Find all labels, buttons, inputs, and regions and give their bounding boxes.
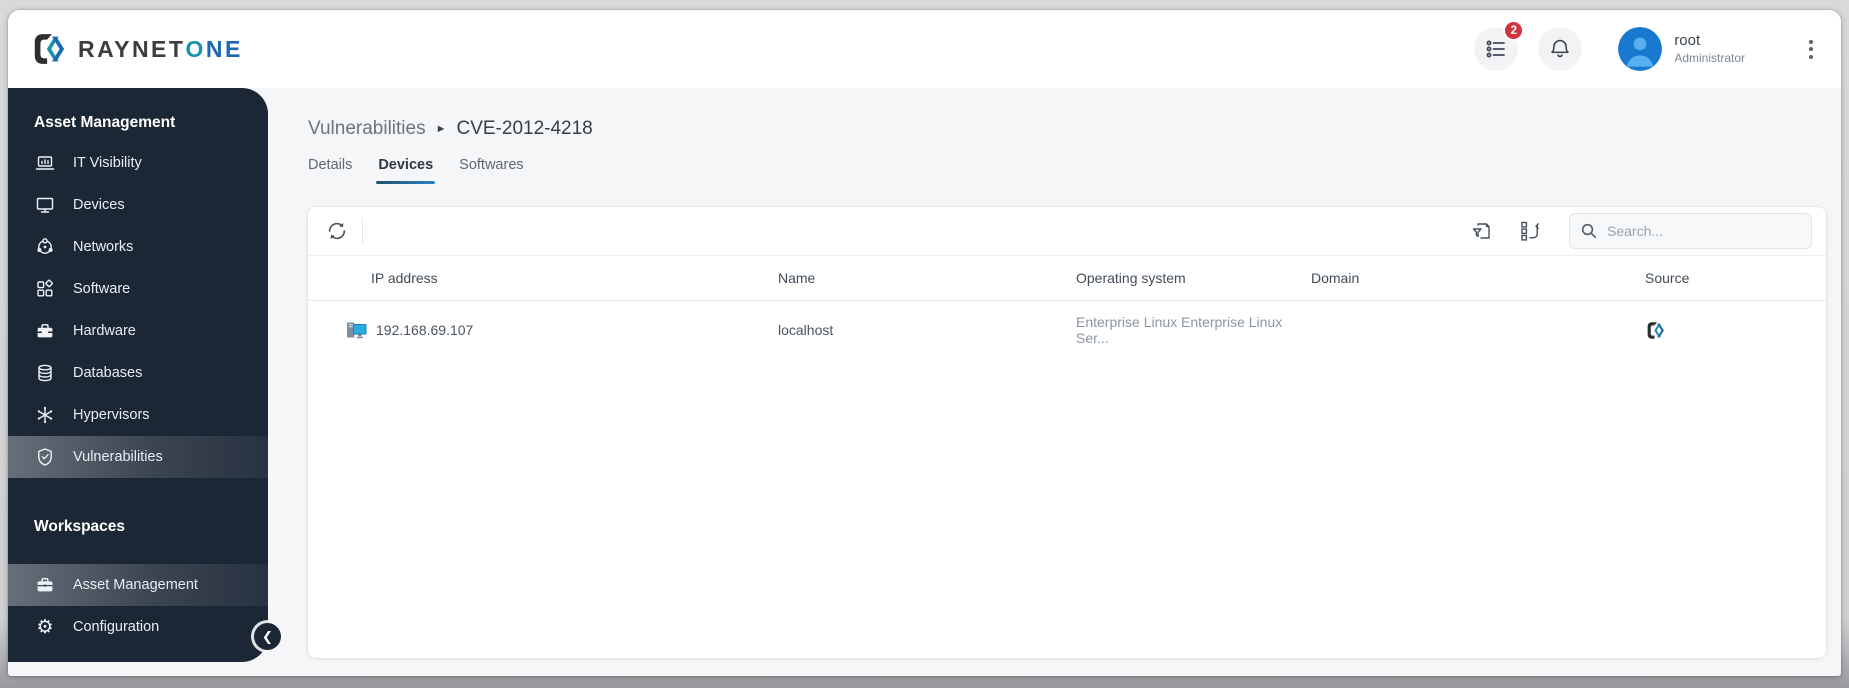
- workspace-item-configuration[interactable]: ⚙ Configuration: [8, 606, 268, 648]
- top-bar: RAYNET O NE 2 root Administrator: [8, 10, 1841, 88]
- briefcase-icon: [34, 574, 56, 596]
- sidebar-item-devices[interactable]: Devices: [8, 184, 268, 226]
- sidebar-item-label: Vulnerabilities: [73, 449, 163, 465]
- tab-devices[interactable]: Devices: [376, 157, 435, 184]
- main-content: Vulnerabilities ► CVE-2012-4218 Details …: [268, 88, 1841, 676]
- workstation-icon: [346, 321, 367, 340]
- device-ip: 192.168.69.107: [376, 322, 474, 338]
- search-icon: [1580, 222, 1598, 240]
- sidebar-item-label: Networks: [73, 239, 134, 255]
- gear-icon: ⚙: [36, 616, 54, 638]
- column-chooser-icon: [1518, 219, 1542, 243]
- column-header-domain[interactable]: Domain: [1311, 270, 1583, 286]
- tab-bar: Details Devices Softwares: [308, 157, 1841, 184]
- breadcrumb-arrow-icon: ►: [435, 123, 447, 135]
- user-info[interactable]: root Administrator: [1674, 32, 1745, 66]
- raynet-logo-icon: [30, 30, 68, 68]
- breadcrumb: Vulnerabilities ► CVE-2012-4218: [308, 118, 1841, 140]
- sidebar-collapse-button[interactable]: ❮: [254, 623, 281, 650]
- app-logo[interactable]: RAYNET O NE: [30, 30, 243, 68]
- column-header-name[interactable]: Name: [778, 270, 1076, 286]
- sidebar-item-it-visibility[interactable]: IT Visibility: [8, 142, 268, 184]
- chevron-left-icon: ❮: [262, 628, 273, 644]
- column-header-ip[interactable]: IP address: [308, 270, 778, 286]
- refresh-button[interactable]: [320, 214, 354, 248]
- device-os: Enterprise Linux Enterprise Linux Ser...: [1076, 314, 1283, 346]
- top-bar-actions: 2 root Administrator: [1474, 20, 1841, 71]
- sidebar-item-vulnerabilities[interactable]: Vulnerabilities: [8, 436, 268, 478]
- table-row[interactable]: 192.168.69.107 localhost Enterprise Linu…: [308, 301, 1826, 359]
- column-header-source[interactable]: Source: [1583, 270, 1826, 286]
- breadcrumb-current: CVE-2012-4218: [456, 118, 593, 139]
- sidebar-item-label: Software: [73, 281, 131, 297]
- sidebar-item-label: Hardware: [73, 323, 136, 339]
- sidebar-item-networks[interactable]: Networks: [8, 226, 268, 268]
- toolbar-divider: [362, 218, 363, 244]
- filter-document-icon: [1470, 219, 1494, 243]
- export-filtered-button[interactable]: [1465, 214, 1499, 248]
- hypervisor-icon: [34, 404, 56, 426]
- overflow-menu-button[interactable]: [1803, 34, 1819, 65]
- network-icon: [34, 236, 56, 258]
- search-input[interactable]: [1607, 223, 1801, 239]
- user-role: Administrator: [1674, 50, 1745, 65]
- tasks-badge: 2: [1503, 20, 1525, 41]
- refresh-icon: [324, 218, 350, 244]
- workspaces-title: Workspaces: [34, 518, 126, 535]
- table-header: IP address Name Operating system Domain …: [308, 255, 1826, 301]
- sidebar-section-title: Asset Management: [34, 114, 176, 131]
- user-avatar[interactable]: [1618, 27, 1663, 71]
- sidebar-item-label: IT Visibility: [73, 155, 142, 171]
- workspace-item-asset-management[interactable]: Asset Management: [8, 564, 268, 606]
- toolbox-icon: [34, 320, 56, 342]
- bell-icon: [1547, 36, 1573, 62]
- software-icon: [34, 278, 56, 300]
- tab-details[interactable]: Details: [308, 157, 352, 184]
- search-box: [1569, 213, 1812, 249]
- sidebar-item-software[interactable]: Software: [8, 268, 268, 310]
- raynet-source-icon: [1645, 320, 1666, 341]
- sidebar: Asset Management IT Visibility Devices N…: [8, 88, 281, 662]
- notifications-button[interactable]: [1538, 27, 1583, 71]
- workspace-item-label: Configuration: [73, 619, 160, 635]
- column-header-os[interactable]: Operating system: [1076, 270, 1311, 286]
- sidebar-item-hypervisors[interactable]: Hypervisors: [8, 394, 268, 436]
- shield-check-icon: [34, 446, 56, 468]
- sidebar-item-databases[interactable]: Databases: [8, 352, 268, 394]
- breadcrumb-parent[interactable]: Vulnerabilities: [308, 118, 426, 140]
- sidebar-item-label: Databases: [73, 365, 143, 381]
- devices-panel: IP address Name Operating system Domain …: [308, 207, 1826, 658]
- task-list-icon: [1484, 37, 1508, 61]
- grid-toolbar: [308, 207, 1826, 255]
- user-name: root: [1674, 32, 1701, 50]
- sidebar-item-label: Devices: [73, 197, 125, 213]
- workspace-item-label: Asset Management: [73, 577, 198, 593]
- laptop-icon: [34, 152, 56, 174]
- app-window: RAYNET O NE 2 root Administrator Asset M…: [8, 10, 1841, 676]
- sidebar-item-label: Hypervisors: [73, 407, 150, 423]
- column-chooser-button[interactable]: [1513, 214, 1547, 248]
- logo-wordmark: RAYNET O NE: [78, 35, 243, 62]
- sidebar-item-hardware[interactable]: Hardware: [8, 310, 268, 352]
- tab-softwares[interactable]: Softwares: [459, 157, 523, 184]
- device-name: localhost: [778, 322, 834, 338]
- desktop-frame: RAYNET O NE 2 root Administrator Asset M…: [0, 0, 1849, 688]
- monitor-icon: [34, 194, 56, 216]
- tasks-button[interactable]: 2: [1474, 20, 1525, 71]
- database-icon: [34, 362, 56, 384]
